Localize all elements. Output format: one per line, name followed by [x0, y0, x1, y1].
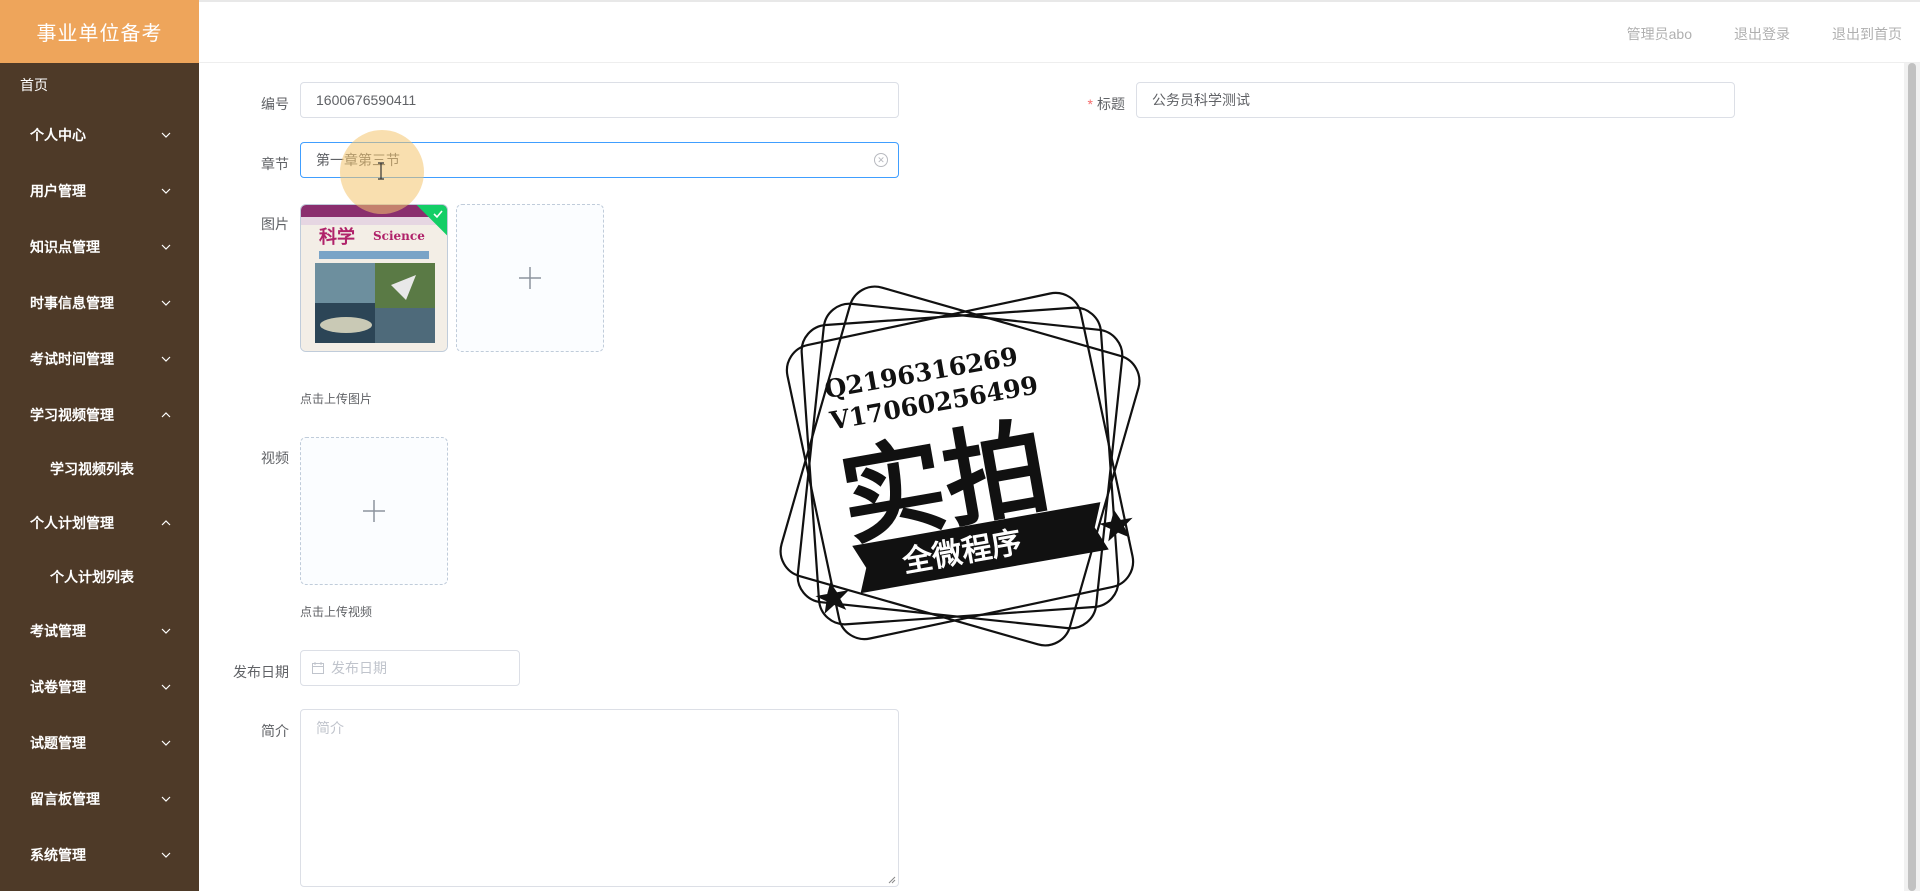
intro-textarea[interactable]: 简介 — [300, 709, 899, 887]
date-label: 发布日期 — [233, 664, 289, 680]
title-field[interactable]: 公务员科学测试 — [1136, 82, 1735, 118]
chevron-up-icon — [161, 387, 171, 443]
sidebar-item-label: 考试时间管理 — [30, 351, 114, 367]
title-label: * 标题 — [1035, 94, 1125, 114]
required-mark: * — [1087, 96, 1093, 112]
code-label: 编号 — [261, 96, 289, 112]
sidebar-item-video[interactable]: 学习视频管理 — [0, 387, 199, 443]
chapter-label: 章节 — [261, 156, 289, 172]
sidebar-item-paper[interactable]: 试卷管理 — [0, 659, 199, 715]
sidebar-item-label: 知识点管理 — [30, 239, 100, 255]
uploaded-image-thumbnail[interactable]: 科学 Science — [300, 204, 448, 352]
text-cursor-icon — [378, 162, 384, 180]
sidebar-item-label: 时事信息管理 — [30, 295, 114, 311]
sidebar-item-label: 试卷管理 — [30, 679, 86, 695]
sidebar-item-knowledge[interactable]: 知识点管理 — [0, 219, 199, 275]
app-root: 事业单位备考 首页 个人中心 用户管理 知识点管理 时事信息管理 考试时间管理 — [0, 0, 1920, 891]
sidebar-item-label: 考试管理 — [30, 623, 86, 639]
intro-placeholder: 简介 — [316, 720, 344, 736]
sidebar-item-label: 个人计划管理 — [30, 515, 114, 531]
chevron-down-icon — [161, 715, 171, 771]
sidebar-item-label: 用户管理 — [30, 183, 86, 199]
watermark-stamp: Q2196316269 V17060256499 实拍 全微程序 — [779, 285, 1141, 647]
scrollbar-thumb[interactable] — [1908, 63, 1916, 891]
sidebar-item-question[interactable]: 试题管理 — [0, 715, 199, 771]
image-upload-tip: 点击上传图片 — [300, 392, 373, 406]
exit-to-home-link[interactable]: 退出到首页 — [1832, 24, 1902, 44]
plus-icon — [363, 500, 385, 522]
video-label: 视频 — [261, 450, 289, 466]
plus-icon — [519, 267, 541, 289]
top-header: 管理员abo 退出登录 退出到首页 — [199, 0, 1920, 63]
sidebar-subitem-plan-list[interactable]: 个人计划列表 — [0, 551, 199, 603]
chevron-down-icon — [161, 163, 171, 219]
code-field[interactable]: 1600676590411 — [300, 82, 899, 118]
logout-link[interactable]: 退出登录 — [1734, 24, 1790, 44]
image-label: 图片 — [261, 216, 289, 232]
intro-label: 简介 — [261, 723, 289, 739]
chevron-down-icon — [161, 107, 171, 163]
chevron-down-icon — [161, 659, 171, 715]
sidebar: 事业单位备考 首页 个人中心 用户管理 知识点管理 时事信息管理 考试时间管理 — [0, 0, 199, 891]
page-scrollbar[interactable] — [1904, 63, 1920, 891]
title-value: 公务员科学测试 — [1152, 92, 1250, 108]
cover-subtitle: Science — [373, 229, 425, 243]
sidebar-item-label: 留言板管理 — [30, 791, 100, 807]
sidebar-item-exam-time[interactable]: 考试时间管理 — [0, 331, 199, 387]
clear-icon[interactable]: ✕ — [874, 153, 888, 167]
sidebar-item-home[interactable]: 首页 — [0, 63, 199, 107]
chevron-down-icon — [161, 827, 171, 883]
sidebar-subitem-video-list[interactable]: 学习视频列表 — [0, 443, 199, 495]
resize-handle-icon[interactable] — [888, 876, 896, 884]
code-value: 1600676590411 — [316, 92, 417, 108]
date-placeholder: 发布日期 — [331, 660, 387, 676]
check-icon — [433, 210, 443, 219]
sidebar-item-user-management[interactable]: 用户管理 — [0, 163, 199, 219]
video-upload-tip: 点击上传视频 — [300, 605, 373, 619]
title-label-text: 标题 — [1097, 96, 1125, 112]
sidebar-menu: 首页 个人中心 用户管理 知识点管理 时事信息管理 考试时间管理 学习视频管理 … — [0, 63, 199, 883]
video-upload-button[interactable] — [300, 437, 448, 585]
chevron-down-icon — [161, 771, 171, 827]
sidebar-item-label: 系统管理 — [30, 847, 86, 863]
header-links: 管理员abo 退出登录 退出到首页 — [1627, 2, 1902, 65]
sidebar-item-label: 试题管理 — [30, 735, 86, 751]
date-picker[interactable]: 发布日期 — [300, 650, 520, 686]
image-upload-button[interactable] — [456, 204, 604, 352]
sidebar-item-label: 个人中心 — [30, 127, 86, 143]
sidebar-item-system[interactable]: 系统管理 — [0, 827, 199, 883]
sidebar-item-personal-center[interactable]: 个人中心 — [0, 107, 199, 163]
sidebar-item-plan[interactable]: 个人计划管理 — [0, 495, 199, 551]
chevron-down-icon — [161, 331, 171, 387]
chevron-down-icon — [161, 275, 171, 331]
sidebar-item-label: 学习视频管理 — [30, 407, 114, 423]
calendar-icon — [312, 662, 324, 674]
brand-title: 事业单位备考 — [0, 0, 199, 63]
current-user: 管理员abo — [1626, 25, 1692, 42]
cover-title: 科学 — [319, 226, 355, 248]
sidebar-item-exam[interactable]: 考试管理 — [0, 603, 199, 659]
chevron-down-icon — [161, 219, 171, 275]
chevron-down-icon — [161, 603, 171, 659]
sidebar-item-news[interactable]: 时事信息管理 — [0, 275, 199, 331]
chevron-up-icon — [161, 495, 171, 551]
sidebar-item-message-board[interactable]: 留言板管理 — [0, 771, 199, 827]
